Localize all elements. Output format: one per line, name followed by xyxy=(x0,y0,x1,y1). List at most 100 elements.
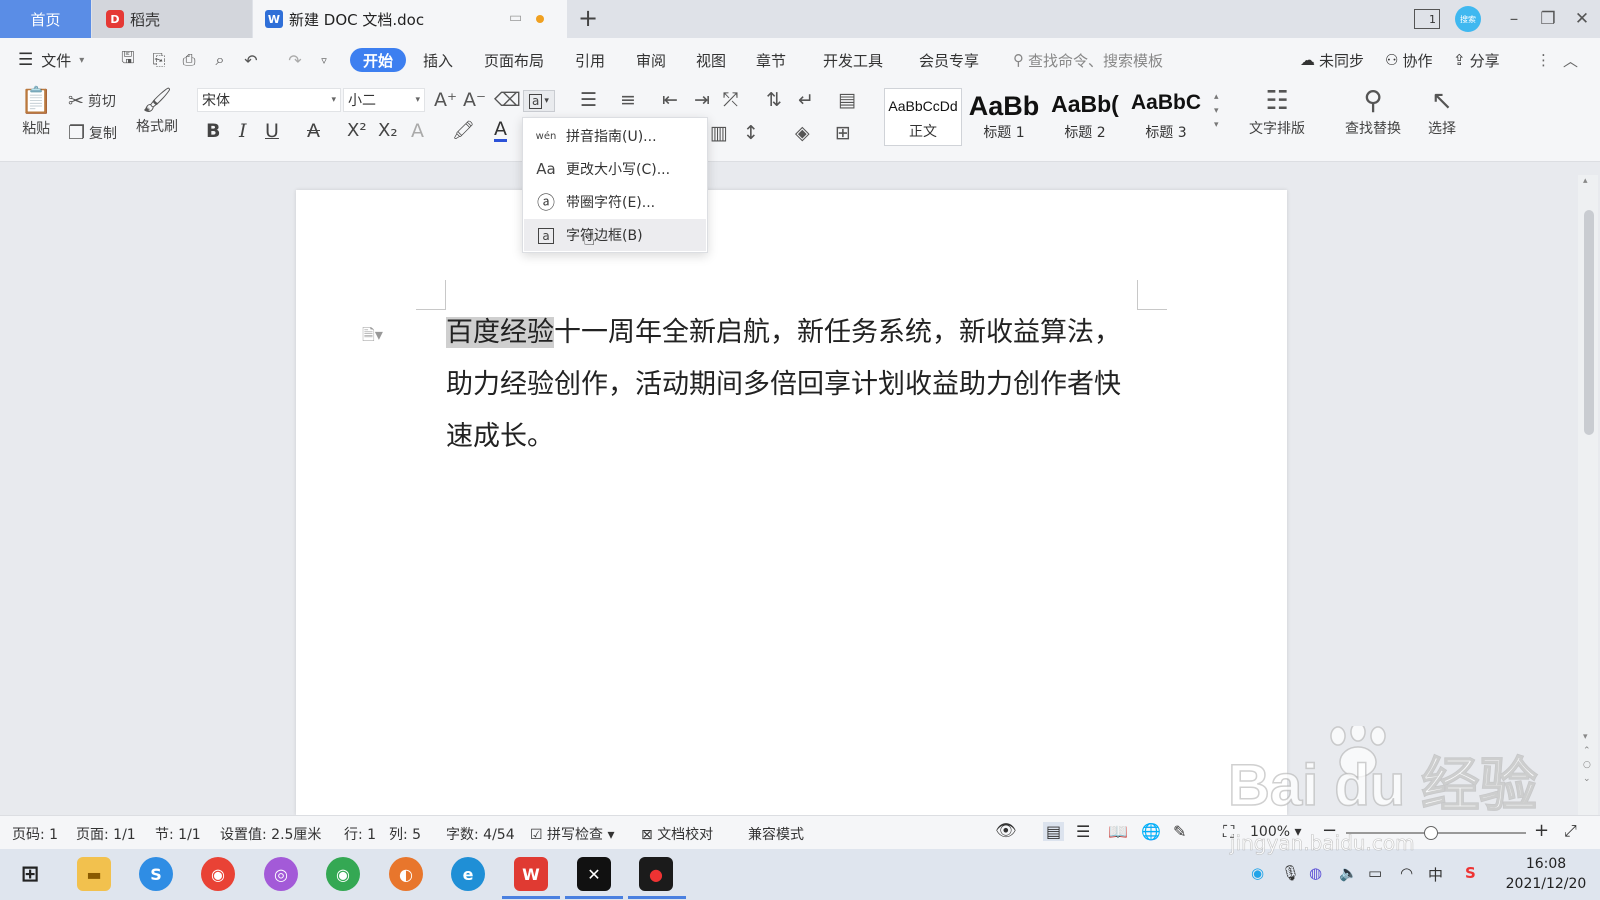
restore-icon[interactable]: ❐ xyxy=(1534,6,1562,32)
strikethrough-icon[interactable]: A xyxy=(307,120,320,142)
cut-button[interactable]: ✂ 剪切 xyxy=(68,90,116,112)
format-painter-button[interactable]: 🖌 格式刷 xyxy=(136,86,178,136)
menu-view[interactable]: 视图 xyxy=(696,48,726,72)
paragraph-options-icon[interactable]: 🗎▾ xyxy=(362,324,383,351)
superscript-icon[interactable]: X² xyxy=(347,120,367,141)
selected-text[interactable]: 百度经验 xyxy=(446,317,554,348)
paste-button[interactable]: 📋 粘贴 xyxy=(20,86,52,138)
bold-icon[interactable]: B xyxy=(206,120,220,142)
scrollbar-thumb[interactable] xyxy=(1584,210,1594,435)
font-name-select[interactable]: 宋体 ▾ xyxy=(197,88,341,112)
recorder-icon[interactable]: ● xyxy=(639,857,673,891)
page-nav-icon[interactable]: ▾ ⌃ ○ ⌄ xyxy=(1583,730,1591,786)
export-pdf-icon[interactable]: ⎘ xyxy=(148,50,170,70)
menu-references[interactable]: 引用 xyxy=(575,48,605,72)
tray-app-icon[interactable]: ◉ xyxy=(1251,864,1264,882)
outline-view-icon[interactable]: ☰ xyxy=(1076,822,1090,841)
redo-icon[interactable]: ↷ xyxy=(284,50,306,70)
command-search[interactable]: ⚲ 查找命令、搜索模板 xyxy=(1013,48,1163,72)
chrome-icon[interactable]: ◉ xyxy=(326,857,360,891)
minimize-icon[interactable]: – xyxy=(1500,6,1528,32)
increase-indent-icon[interactable]: ⇥ xyxy=(694,89,710,111)
menu-chapter[interactable]: 章节 xyxy=(756,48,786,72)
font-color-icon[interactable]: A xyxy=(494,119,507,142)
status-page[interactable]: 页面: 1/1 xyxy=(76,824,136,844)
monitor-icon[interactable]: ▭ xyxy=(509,10,522,26)
style-heading-3[interactable]: AaBbC 标题 3 xyxy=(1127,88,1205,146)
document-body-text[interactable]: 百度经验十一周年全新启航，新任务系统，新收益算法，助力经验创作，活动期间多倍回享… xyxy=(446,307,1136,463)
shading-icon[interactable]: ◈ xyxy=(795,122,810,144)
sync-button[interactable]: ☁ 未同步 xyxy=(1300,48,1364,72)
reading-view-icon[interactable]: 📖 xyxy=(1108,822,1128,841)
windows-start-icon[interactable]: ⊞ xyxy=(13,857,47,891)
text-effect-icon[interactable]: A xyxy=(411,120,424,142)
web-view-icon[interactable]: 🌐 xyxy=(1141,822,1161,841)
menu-item-change-case[interactable]: Aa 更改大小写(C)... xyxy=(524,153,706,185)
undo-icon[interactable]: ↶ xyxy=(240,50,262,70)
menu-insert[interactable]: 插入 xyxy=(423,48,453,72)
tray-app-icon[interactable]: ◍ xyxy=(1309,864,1322,882)
style-scroll-icon[interactable]: ▴ ▾ ▾ xyxy=(1214,90,1219,132)
find-replace-button[interactable]: ⚲ 查找替换 xyxy=(1345,86,1401,138)
bullet-list-icon[interactable]: ☰ xyxy=(580,89,597,111)
copy-button[interactable]: ❐ 复制 xyxy=(68,122,117,144)
battery-icon[interactable]: ▭ xyxy=(1368,864,1382,882)
menu-item-enclosed-char[interactable]: ⓐ 带圈字符(E)... xyxy=(524,186,706,218)
status-row[interactable]: 行: 1 xyxy=(344,824,376,844)
write-view-icon[interactable]: ✎ xyxy=(1173,822,1186,841)
volume-icon[interactable]: 🔈 xyxy=(1339,864,1358,882)
tab-home[interactable]: 首页 xyxy=(0,0,91,38)
italic-icon[interactable]: I xyxy=(239,120,247,142)
print-preview-icon[interactable]: ⌕ xyxy=(209,50,231,70)
page-view-icon[interactable]: ▤ xyxy=(1043,822,1065,841)
browser-s-icon[interactable]: S xyxy=(139,857,173,891)
wps-icon[interactable]: W xyxy=(514,857,548,891)
edge-icon[interactable]: e xyxy=(451,857,485,891)
file-menu[interactable]: ☰ 文件 ▾ xyxy=(18,48,84,72)
collaborate-button[interactable]: ⚇ 协作 xyxy=(1385,48,1432,72)
zoom-in-icon[interactable]: + xyxy=(1534,820,1549,841)
customize-quick-access-icon[interactable]: ▿ xyxy=(313,50,335,70)
decrease-indent-icon[interactable]: ⇤ xyxy=(662,89,678,111)
style-heading-1[interactable]: AaBb 标题 1 xyxy=(965,88,1043,146)
file-explorer-icon[interactable]: ▬ xyxy=(77,857,111,891)
highlight-icon[interactable]: 🖍 xyxy=(452,120,475,141)
table-ruler-icon[interactable]: ▤ xyxy=(838,89,856,111)
align-distributed-icon[interactable]: ▥ xyxy=(710,122,728,144)
font-size-select[interactable]: 小二 ▾ xyxy=(343,88,425,112)
new-tab-button[interactable]: + xyxy=(578,4,598,32)
tab-document[interactable]: W 新建 DOC 文档.doc ▭ xyxy=(253,0,567,38)
spell-check-button[interactable]: ☑ 拼写检查 ▾ xyxy=(530,824,615,844)
eye-protect-icon[interactable]: 👁 xyxy=(995,821,1017,841)
select-button[interactable]: ↖ 选择 xyxy=(1428,86,1456,138)
tab-daoke[interactable]: D 稻壳 xyxy=(92,0,252,38)
colorful-browser-icon[interactable]: ◎ xyxy=(264,857,298,891)
status-setting[interactable]: 设置值: 2.5厘米 xyxy=(220,824,321,844)
grow-font-icon[interactable]: A⁺ xyxy=(434,89,457,111)
sogou-icon[interactable]: S xyxy=(1465,864,1476,882)
proofread-button[interactable]: ⊠ 文档校对 xyxy=(641,824,713,844)
capcut-icon[interactable]: ✕ xyxy=(577,857,611,891)
clear-format-icon[interactable]: ⌫ xyxy=(494,89,521,111)
menu-member[interactable]: 会员专享 xyxy=(919,48,979,72)
ime-indicator[interactable]: 中 xyxy=(1428,864,1443,885)
fullscreen-icon[interactable]: ⤢ xyxy=(1564,821,1577,841)
sort-icon[interactable]: ⇅ xyxy=(766,89,782,111)
border-icon[interactable]: ⊞ xyxy=(835,122,851,144)
style-normal[interactable]: AaBbCcDd 正文 xyxy=(884,88,962,146)
underline-icon[interactable]: U xyxy=(265,120,279,142)
avatar[interactable]: 搜索 xyxy=(1455,6,1481,32)
subscript-icon[interactable]: X₂ xyxy=(378,120,398,141)
numbered-list-icon[interactable]: ≡ xyxy=(620,89,636,111)
menu-start[interactable]: 开始 xyxy=(350,48,407,72)
status-section[interactable]: 节: 1/1 xyxy=(155,824,201,844)
wifi-icon[interactable]: ◠ xyxy=(1400,864,1413,882)
menu-page-layout[interactable]: 页面布局 xyxy=(484,48,544,72)
scroll-up-icon[interactable]: ▴ xyxy=(1583,176,1588,186)
status-col[interactable]: 列: 5 xyxy=(389,824,421,844)
collapse-ribbon-icon[interactable]: ︿ xyxy=(1563,48,1578,72)
print-icon[interactable]: ⎙ xyxy=(178,50,200,70)
char-border-button[interactable]: a ▾ xyxy=(523,90,555,112)
status-word-count[interactable]: 字数: 4/54 xyxy=(446,824,515,844)
menu-developer[interactable]: 开发工具 xyxy=(823,48,883,72)
